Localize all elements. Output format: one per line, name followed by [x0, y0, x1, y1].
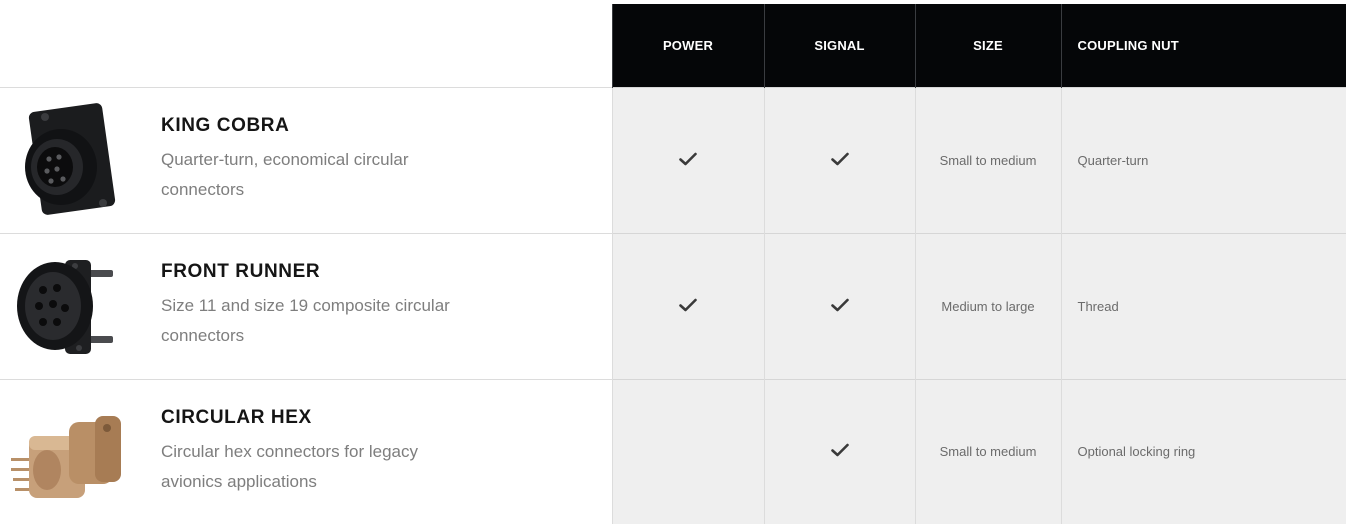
checkmark-icon [679, 298, 697, 311]
connector-comparison-page: POWER SIGNAL SIZE COUPLING NUT KING COBR… [0, 0, 1350, 527]
product-cell[interactable]: FRONT RUNNER Size 11 and size 19 composi… [0, 232, 612, 379]
size-cell: Small to medium [914, 378, 1061, 524]
header-size: SIZE [914, 4, 1061, 87]
product-name: CIRCULAR HEX [161, 406, 312, 428]
product-description: Size 11 and size 19 composite circular c… [161, 296, 450, 345]
checkmark-icon [679, 152, 697, 165]
product-name: FRONT RUNNER [161, 261, 321, 282]
header-signal: SIGNAL [763, 4, 915, 87]
coupling-nut-cell: Quarter-turn [1060, 86, 1346, 233]
product-name: KING COBRA [161, 115, 290, 136]
coupling-nut-cell: Optional locking ring [1060, 378, 1346, 524]
black-square-flange-connector-icon [4, 97, 130, 223]
power-cell [611, 232, 764, 379]
product-description: Quarter-turn, economical circular connec… [161, 150, 409, 199]
header-blank-cell [0, 4, 612, 87]
header-power: POWER [611, 4, 764, 87]
coupling-nut-cell: Thread [1060, 232, 1346, 379]
checkmark-icon [830, 152, 849, 165]
power-cell [611, 86, 764, 233]
brass-hex-connector-icon [4, 389, 130, 515]
table-row: CIRCULAR HEX Circular hex connectors for… [0, 378, 1346, 524]
checkmark-icon [830, 298, 849, 311]
checkmark-icon [830, 443, 849, 457]
signal-cell [763, 86, 915, 233]
header-coupling-nut: COUPLING NUT [1060, 4, 1346, 87]
signal-cell [763, 232, 915, 379]
table-row: FRONT RUNNER Size 11 and size 19 composi… [0, 232, 1346, 379]
size-cell: Medium to large [914, 232, 1061, 379]
black-round-pcb-connector-icon [4, 243, 130, 369]
table-row: KING COBRA Quarter-turn, economical circ… [0, 86, 1346, 233]
product-cell[interactable]: KING COBRA Quarter-turn, economical circ… [0, 86, 612, 233]
product-cell[interactable]: CIRCULAR HEX Circular hex connectors for… [0, 378, 612, 524]
table-header-row: POWER SIGNAL SIZE COUPLING NUT [0, 4, 1346, 87]
signal-cell [763, 378, 915, 524]
power-cell [611, 378, 764, 524]
connector-comparison-table: POWER SIGNAL SIZE COUPLING NUT KING COBR… [0, 4, 1346, 524]
product-description: Circular hex connectors for legacy avion… [161, 441, 419, 491]
size-cell: Small to medium [914, 86, 1061, 233]
